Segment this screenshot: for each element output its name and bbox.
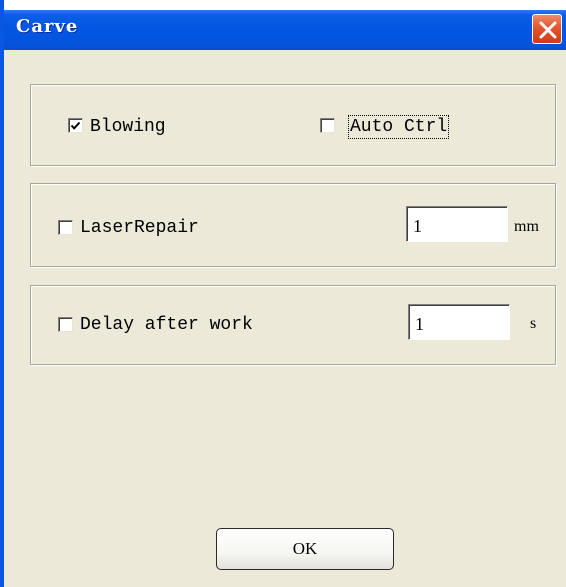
laser-repair-checkbox[interactable]	[58, 220, 73, 235]
checkmark-icon	[70, 121, 81, 130]
auto-ctrl-label[interactable]: Auto Ctrl	[347, 115, 450, 139]
delay-after-work-label[interactable]: Delay after work	[80, 315, 253, 335]
title-bar[interactable]: Carve	[4, 0, 566, 50]
delay-after-work-unit: s	[530, 315, 537, 332]
laser-repair-unit: mm	[514, 218, 539, 235]
laser-repair-input[interactable]	[406, 206, 508, 242]
window-title: Carve	[16, 16, 79, 37]
blowing-checkbox[interactable]	[68, 118, 83, 133]
delay-after-work-checkbox[interactable]	[58, 317, 73, 332]
ok-button[interactable]: OK	[216, 528, 394, 570]
laser-repair-label[interactable]: LaserRepair	[80, 218, 199, 238]
blowing-label[interactable]: Blowing	[90, 117, 166, 137]
auto-ctrl-checkbox[interactable]	[320, 118, 335, 133]
delay-after-work-input[interactable]	[408, 304, 510, 340]
close-button[interactable]	[532, 14, 562, 44]
carve-dialog: Carve Blowing Auto Ctrl LaserRepair mm D…	[0, 0, 566, 587]
close-icon	[539, 21, 557, 39]
